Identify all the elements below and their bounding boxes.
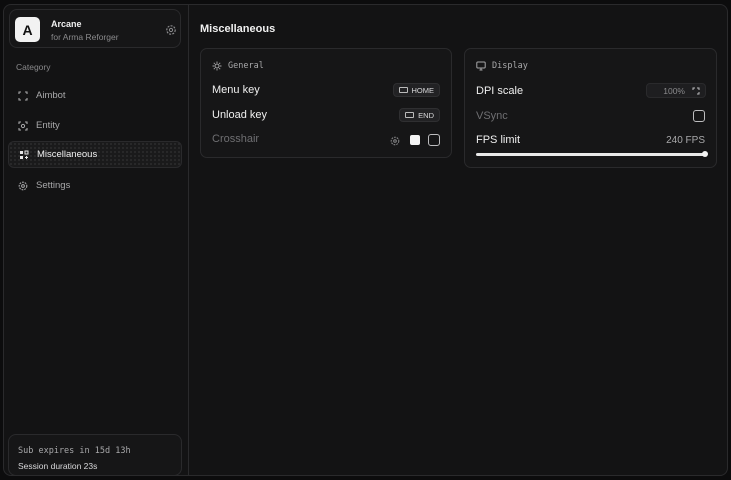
crosshair-checkbox[interactable]: [428, 134, 440, 146]
sidebar-item-miscellaneous[interactable]: Miscellaneous: [8, 141, 182, 168]
unload-key-label: Unload key: [212, 109, 268, 121]
sidebar-item-label: Settings: [36, 180, 71, 191]
general-card: General Menu key HOME Unload key END Cro…: [200, 48, 452, 158]
fps-limit-slider[interactable]: [476, 151, 708, 157]
subscription-footer: Sub expires in 15d 13h Session duration …: [8, 434, 182, 476]
sun-settings-icon: [212, 61, 222, 71]
sidebar-item-entity[interactable]: Entity: [8, 112, 182, 139]
sidebar-item-label: Aimbot: [36, 90, 66, 101]
dpi-scale-value: 100%: [663, 85, 685, 96]
display-header-label: Display: [492, 61, 528, 71]
monitor-icon: [476, 61, 486, 71]
unload-key-button[interactable]: END: [399, 108, 440, 122]
vsync-label: VSync: [476, 110, 508, 122]
stepper-icon[interactable]: [692, 87, 700, 95]
general-header: General: [212, 61, 264, 71]
general-header-label: General: [228, 61, 264, 71]
brand-card: A Arcane for Arma Reforger: [9, 9, 181, 48]
sidebar: A Arcane for Arma Reforger Category Aimb…: [4, 5, 188, 476]
slider-thumb[interactable]: [702, 151, 708, 157]
page-title: Miscellaneous: [200, 23, 276, 35]
sub-expires-text: Sub expires in 15d 13h: [18, 446, 131, 456]
fps-limit-value: 240 FPS: [666, 135, 705, 146]
gear-icon: [17, 180, 29, 192]
category-label: Category: [16, 62, 51, 72]
display-card: Display DPI scale 100% VSync FPS limit 2…: [464, 48, 717, 168]
sidebar-item-label: Miscellaneous: [37, 149, 98, 160]
gear-icon[interactable]: [390, 136, 400, 146]
fps-limit-label: FPS limit: [476, 134, 520, 146]
app-logo: A: [15, 17, 40, 42]
crosshair-label: Crosshair: [212, 133, 260, 145]
scan-user-icon: [17, 120, 29, 132]
main-panel: Miscellaneous General Menu key HOME Unlo…: [188, 5, 729, 475]
gear-icon[interactable]: [165, 24, 177, 36]
vsync-checkbox[interactable]: [693, 110, 705, 122]
menu-key-button[interactable]: HOME: [392, 83, 440, 97]
dpi-scale-label: DPI scale: [476, 85, 524, 97]
menu-key-value: HOME: [411, 85, 435, 95]
menu-key-label: Menu key: [212, 84, 260, 96]
puzzle-icon: [18, 149, 30, 161]
sidebar-item-settings[interactable]: Settings: [8, 172, 182, 199]
keyboard-icon: [398, 87, 408, 93]
crosshair-color-swatch[interactable]: [410, 135, 420, 145]
app-name: Arcane: [51, 19, 82, 29]
keyboard-icon: [405, 112, 415, 118]
display-header: Display: [476, 61, 528, 71]
sidebar-item-aimbot[interactable]: Aimbot: [8, 82, 182, 109]
app-window: A Arcane for Arma Reforger Category Aimb…: [3, 4, 728, 476]
app-subtitle: for Arma Reforger: [51, 32, 119, 42]
dpi-scale-input[interactable]: 100%: [646, 83, 706, 98]
session-duration-text: Session duration 23s: [18, 461, 98, 471]
crosshair-frame-icon: [17, 90, 29, 102]
unload-key-value: END: [418, 110, 434, 120]
sidebar-item-label: Entity: [36, 120, 60, 131]
